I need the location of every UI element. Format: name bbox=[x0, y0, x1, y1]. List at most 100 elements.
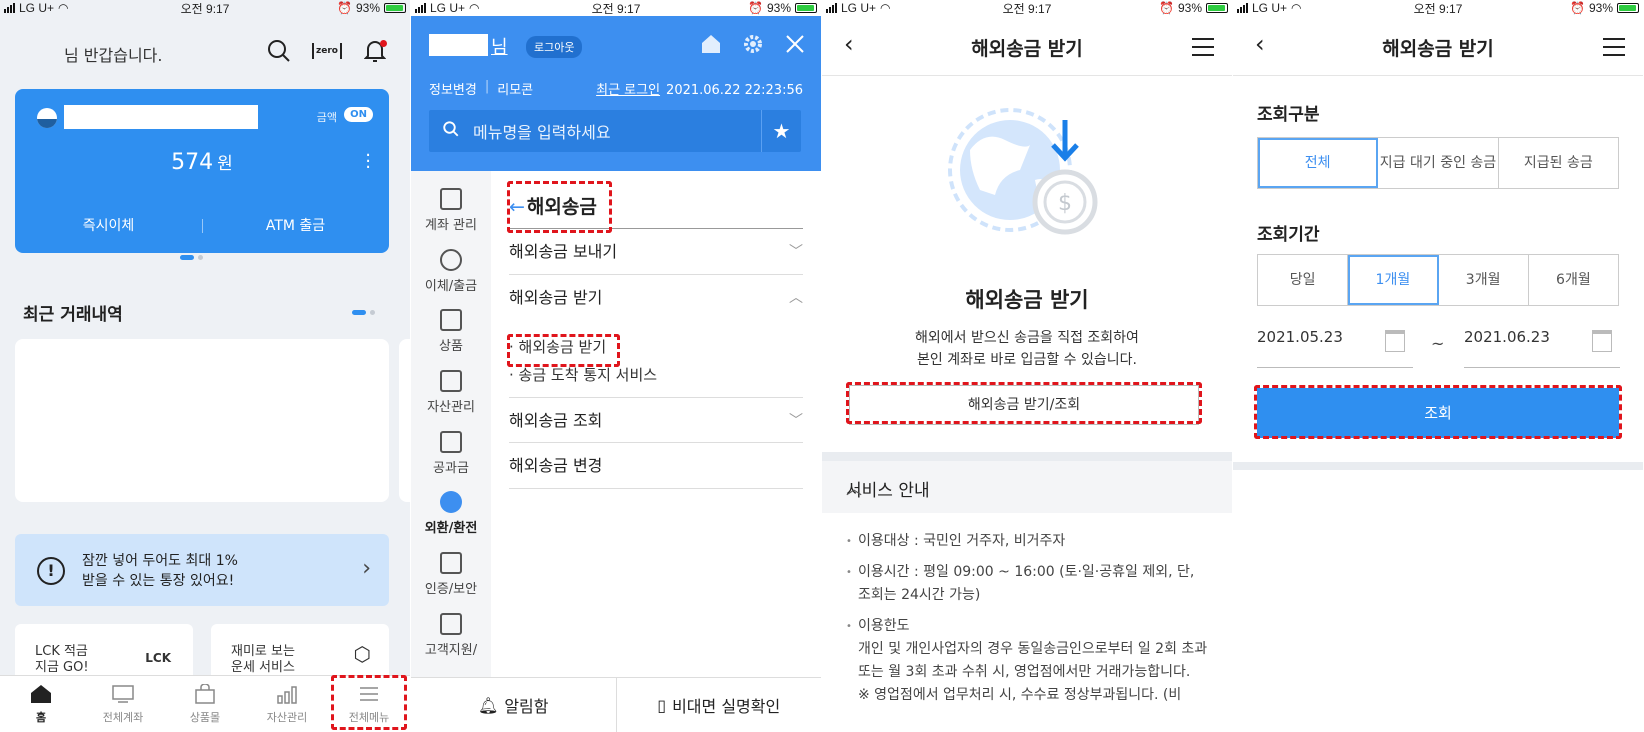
query-submit-button[interactable]: 조회 bbox=[1257, 388, 1619, 438]
side-transfer[interactable]: 이체/출금 bbox=[411, 249, 491, 294]
desc-line2: 본인 계좌로 바로 입금할 수 있습니다. bbox=[917, 352, 1137, 368]
side-customer-support[interactable]: 고객지원/ bbox=[411, 613, 491, 658]
recent-transactions-panel-next[interactable] bbox=[399, 339, 410, 502]
service-info-header[interactable]: 서비스 안내 ︿ bbox=[822, 461, 1232, 513]
tab-asset-management[interactable]: 자산관리 bbox=[246, 676, 328, 732]
bag-icon bbox=[440, 309, 462, 331]
period-3months[interactable]: 3개월 bbox=[1439, 255, 1529, 305]
date-from-value: 2021.05.23 bbox=[1257, 328, 1343, 346]
atm-withdraw-button[interactable]: ATM 출금 bbox=[202, 215, 389, 235]
menu-item-query-remittance[interactable]: 해외송금 조회 ﹀ bbox=[509, 397, 803, 443]
calendar-icon[interactable] bbox=[1385, 330, 1405, 352]
dollar-icon bbox=[440, 491, 462, 513]
info-change-link[interactable]: 정보변경 bbox=[429, 79, 477, 98]
user-name-suffix[interactable]: 님 bbox=[491, 33, 508, 59]
section-gap bbox=[822, 452, 1232, 461]
page-header: ‹ 해외송금 받기 bbox=[1233, 16, 1643, 76]
info-limit: 이용한도 bbox=[846, 615, 1210, 638]
banner-line1: 잠깐 넣어 두어도 최대 1% bbox=[82, 553, 238, 569]
gear-icon[interactable] bbox=[743, 34, 763, 54]
search-icon[interactable] bbox=[266, 38, 292, 64]
tab-home-label: 홈 bbox=[35, 710, 47, 724]
svg-text:$: $ bbox=[1058, 191, 1072, 216]
bell-icon[interactable] bbox=[362, 38, 388, 64]
hamburger-icon[interactable] bbox=[1603, 38, 1625, 62]
bell-icon: 🔔︎ bbox=[478, 695, 499, 715]
clock-text: 오전 9:17 bbox=[591, 1, 641, 16]
date-from-field[interactable]: 2021.05.23 bbox=[1257, 328, 1413, 368]
calendar-icon[interactable] bbox=[1592, 330, 1612, 352]
date-to-field[interactable]: 2021.06.23 bbox=[1464, 328, 1620, 368]
menu-header: 님 로그아웃 정보변경 | 리모콘 최근 로그인 2021.06.22 22:23:5… bbox=[411, 16, 821, 171]
hamburger-icon bbox=[360, 686, 378, 701]
side-account-management[interactable]: 계좌 관리 bbox=[411, 188, 491, 233]
period-6months[interactable]: 6개월 bbox=[1529, 255, 1618, 305]
arrow-left-icon[interactable]: ← bbox=[509, 196, 525, 218]
type-pending[interactable]: 지급 대기 중인 송금 bbox=[1378, 138, 1499, 188]
menu-bottom-bar: 🔔︎ 알림함 ▯ 비대면 실명확인 bbox=[411, 677, 821, 732]
recent-transactions-panel[interactable] bbox=[15, 339, 389, 502]
non-face-verification-button[interactable]: ▯ 비대면 실명확인 bbox=[615, 678, 822, 732]
tab-asset-management-label: 자산관리 bbox=[266, 710, 308, 724]
tab-home[interactable]: 홈 bbox=[0, 676, 82, 732]
wallet-icon bbox=[112, 684, 134, 703]
hamburger-icon[interactable] bbox=[1192, 38, 1214, 62]
header-icons: zero bbox=[266, 38, 388, 64]
menu-item-change-remittance[interactable]: 해외송금 변경 bbox=[509, 443, 803, 489]
page-title: 해외송금 받기 bbox=[971, 38, 1083, 60]
type-paid[interactable]: 지급된 송금 bbox=[1499, 138, 1618, 188]
amount-toggle[interactable]: ON bbox=[344, 107, 373, 122]
zero-pay-icon[interactable]: zero bbox=[312, 38, 342, 64]
bar-chart-icon bbox=[277, 685, 297, 704]
menu-item-send-remittance[interactable]: 해외송금 보내기 ﹀ bbox=[509, 229, 803, 275]
tab-product-mall[interactable]: 상품몰 bbox=[164, 676, 246, 732]
clock-text: 오전 9:17 bbox=[1413, 1, 1463, 16]
receive-intro-screen: LG U+ ◠ 오전 9:17 ⏰ 93% ‹ 해외송금 받기 $ 해외송금 받기 … bbox=[822, 0, 1232, 732]
battery-icon bbox=[384, 3, 406, 13]
greeting-text: 님 반갑습니다. bbox=[64, 46, 163, 65]
side-utility-bills[interactable]: 공과금 bbox=[411, 431, 491, 476]
bar-chart-icon bbox=[440, 370, 462, 392]
period-today[interactable]: 당일 bbox=[1258, 255, 1349, 305]
remote-link[interactable]: 리모콘 bbox=[497, 79, 533, 98]
user-name-redacted bbox=[429, 34, 488, 56]
promo-banner[interactable]: ! 잠깐 넣어 두어도 최대 1% 받을 수 있는 통장 있어요! › bbox=[15, 534, 389, 606]
balance-value: 574 bbox=[171, 150, 214, 175]
tab-all-accounts[interactable]: 전체계좌 bbox=[82, 676, 164, 732]
menu-header-icons bbox=[701, 34, 805, 54]
home-icon[interactable] bbox=[701, 34, 721, 54]
all-menu-screen: LG U+ ◠ 오전 9:17 ⏰ 93% 님 로그아웃 정보변경 | 리모콘 최근 로… bbox=[411, 0, 821, 732]
logout-button[interactable]: 로그아웃 bbox=[526, 36, 583, 58]
menu-search-input[interactable]: 메뉴명을 입력하세요 bbox=[473, 119, 761, 143]
card-actions: 즉시이체 ATM 출금 bbox=[15, 215, 389, 235]
star-icon[interactable]: ★ bbox=[761, 110, 801, 152]
side-asset-management[interactable]: 자산관리 bbox=[411, 370, 491, 415]
side-foreign-exchange[interactable]: 외환/환전 bbox=[411, 491, 491, 536]
side-certificate-security[interactable]: 인증/보안 bbox=[411, 552, 491, 597]
account-card[interactable]: 금액 ON 574 원 · · · 즉시이체 ATM 출금 bbox=[15, 89, 389, 253]
desc-line1: 해외에서 받으신 송금을 직접 조회하여 bbox=[915, 330, 1139, 346]
tab-all-menu[interactable]: 전체메뉴 bbox=[328, 676, 410, 732]
page-title: 해외송금 받기 bbox=[1382, 38, 1494, 60]
close-icon[interactable] bbox=[785, 34, 805, 54]
instant-transfer-button[interactable]: 즉시이체 bbox=[15, 215, 202, 235]
card-pager bbox=[180, 255, 203, 260]
recent-login-label[interactable]: 최근 로그인 bbox=[596, 83, 660, 98]
type-all[interactable]: 전체 bbox=[1258, 138, 1379, 188]
globe-dollar-illustration: $ bbox=[948, 108, 1098, 235]
menu-search-bar[interactable]: 메뉴명을 입력하세요 ★ bbox=[429, 110, 801, 152]
submenu-receive-remittance[interactable]: · 해외송금 받기 bbox=[509, 336, 606, 357]
balance-unit: 원 bbox=[217, 154, 233, 174]
notification-box-button[interactable]: 🔔︎ 알림함 bbox=[411, 678, 616, 732]
status-bar: LG U+ ◠ 오전 9:17 ⏰ 93% bbox=[411, 0, 821, 16]
phone-icon: ▯ bbox=[657, 695, 667, 715]
submenu-arrival-notice[interactable]: · 송금 도착 통지 서비스 bbox=[509, 364, 657, 385]
side-products[interactable]: 상품 bbox=[411, 309, 491, 354]
clock-text: 오전 9:17 bbox=[1002, 1, 1052, 16]
account-name-redacted bbox=[64, 105, 258, 129]
more-icon[interactable]: · · · bbox=[365, 147, 371, 177]
receive-query-button[interactable]: 해외송금 받기/조회 bbox=[849, 385, 1199, 425]
menu-item-receive-remittance[interactable]: 해외송금 받기 ︿ bbox=[509, 275, 803, 321]
amount-label: 금액 bbox=[316, 111, 337, 124]
period-1month[interactable]: 1개월 bbox=[1348, 255, 1439, 305]
